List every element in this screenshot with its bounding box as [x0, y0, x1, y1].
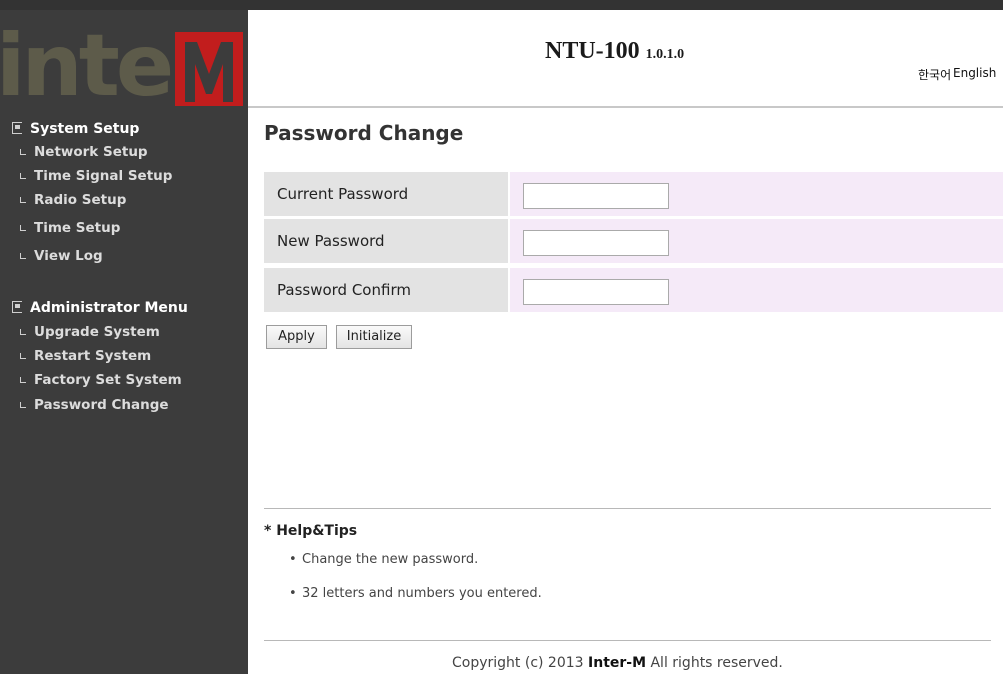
menu-section-system-setup: System Setup: [12, 121, 139, 137]
divider: [264, 508, 991, 509]
menu-section-label: Administrator Menu: [30, 300, 188, 316]
top-bar: [0, 0, 1003, 10]
copyright: Copyright (c) 2013 Inter-M All rights re…: [452, 655, 783, 671]
sidebar-item-label: Time Setup: [34, 220, 121, 236]
bullet-icon: [20, 353, 26, 359]
help-tip: Change the new password.: [289, 552, 478, 567]
page-title: Password Change: [264, 121, 464, 145]
sidebar-item-label: Restart System: [34, 348, 152, 364]
sidebar-item-radio-setup[interactable]: Radio Setup: [20, 192, 126, 208]
bullet-icon: [20, 225, 26, 231]
bullet-icon: [20, 149, 26, 155]
sidebar-item-label: Upgrade System: [34, 324, 160, 340]
copyright-prefix: Copyright (c) 2013: [452, 655, 589, 671]
password-confirm-input[interactable]: [523, 279, 669, 305]
bullet-icon: [20, 197, 26, 203]
current-password-input[interactable]: [523, 183, 669, 209]
sidebar-item-password-change[interactable]: Password Change: [20, 397, 169, 413]
sidebar-item-upgrade-system[interactable]: Upgrade System: [20, 324, 160, 340]
help-tip: 32 letters and numbers you entered.: [289, 586, 542, 601]
menu-section-administrator: Administrator Menu: [12, 300, 188, 316]
new-password-cell: [510, 219, 1003, 263]
password-confirm-label: Password Confirm: [264, 268, 508, 312]
sidebar-item-label: Time Signal Setup: [34, 168, 173, 184]
product-version: 1.0.1.0: [645, 47, 685, 62]
flag-icon: [12, 301, 22, 313]
logo-m-icon: [175, 32, 243, 106]
bullet-icon: [20, 173, 26, 179]
current-password-cell: [510, 172, 1003, 216]
bullet-icon: [20, 377, 26, 383]
language-english-link[interactable]: English: [953, 66, 996, 80]
sidebar-item-label: Factory Set System: [34, 372, 182, 388]
product-name: NTU-100: [545, 38, 640, 64]
product-title: NTU-100 1.0.1.0: [545, 38, 684, 65]
flag-icon: [12, 122, 22, 134]
copyright-brand: Inter-M: [588, 655, 647, 671]
sidebar-item-label: Radio Setup: [34, 192, 127, 208]
sidebar-item-view-log[interactable]: View Log: [20, 248, 103, 264]
sidebar-item-label: View Log: [34, 248, 103, 264]
new-password-input[interactable]: [523, 230, 669, 256]
apply-button[interactable]: Apply: [266, 325, 327, 349]
bullet-icon: [20, 402, 26, 408]
sidebar-item-time-setup[interactable]: Time Setup: [20, 220, 120, 236]
current-password-label: Current Password: [264, 172, 508, 216]
sidebar-item-time-signal-setup[interactable]: Time Signal Setup: [20, 168, 172, 184]
logo: inter: [0, 10, 248, 106]
initialize-button[interactable]: Initialize: [336, 325, 412, 349]
divider: [264, 640, 991, 641]
password-confirm-cell: [510, 268, 1003, 312]
sidebar-item-restart-system[interactable]: Restart System: [20, 348, 151, 364]
sidebar-item-label: Password Change: [34, 397, 169, 413]
sidebar-item-label: Network Setup: [34, 144, 148, 160]
menu-section-label: System Setup: [30, 121, 140, 137]
new-password-label: New Password: [264, 219, 508, 263]
help-title: * Help&Tips: [264, 523, 358, 539]
bullet-icon: [20, 329, 26, 335]
sidebar: [0, 10, 248, 674]
copyright-suffix: All rights reserved.: [646, 655, 783, 671]
sidebar-item-factory-set-system[interactable]: Factory Set System: [20, 372, 182, 388]
language-korean-link[interactable]: 한국어: [918, 66, 951, 83]
sidebar-item-network-setup[interactable]: Network Setup: [20, 144, 148, 160]
bullet-icon: [20, 253, 26, 259]
